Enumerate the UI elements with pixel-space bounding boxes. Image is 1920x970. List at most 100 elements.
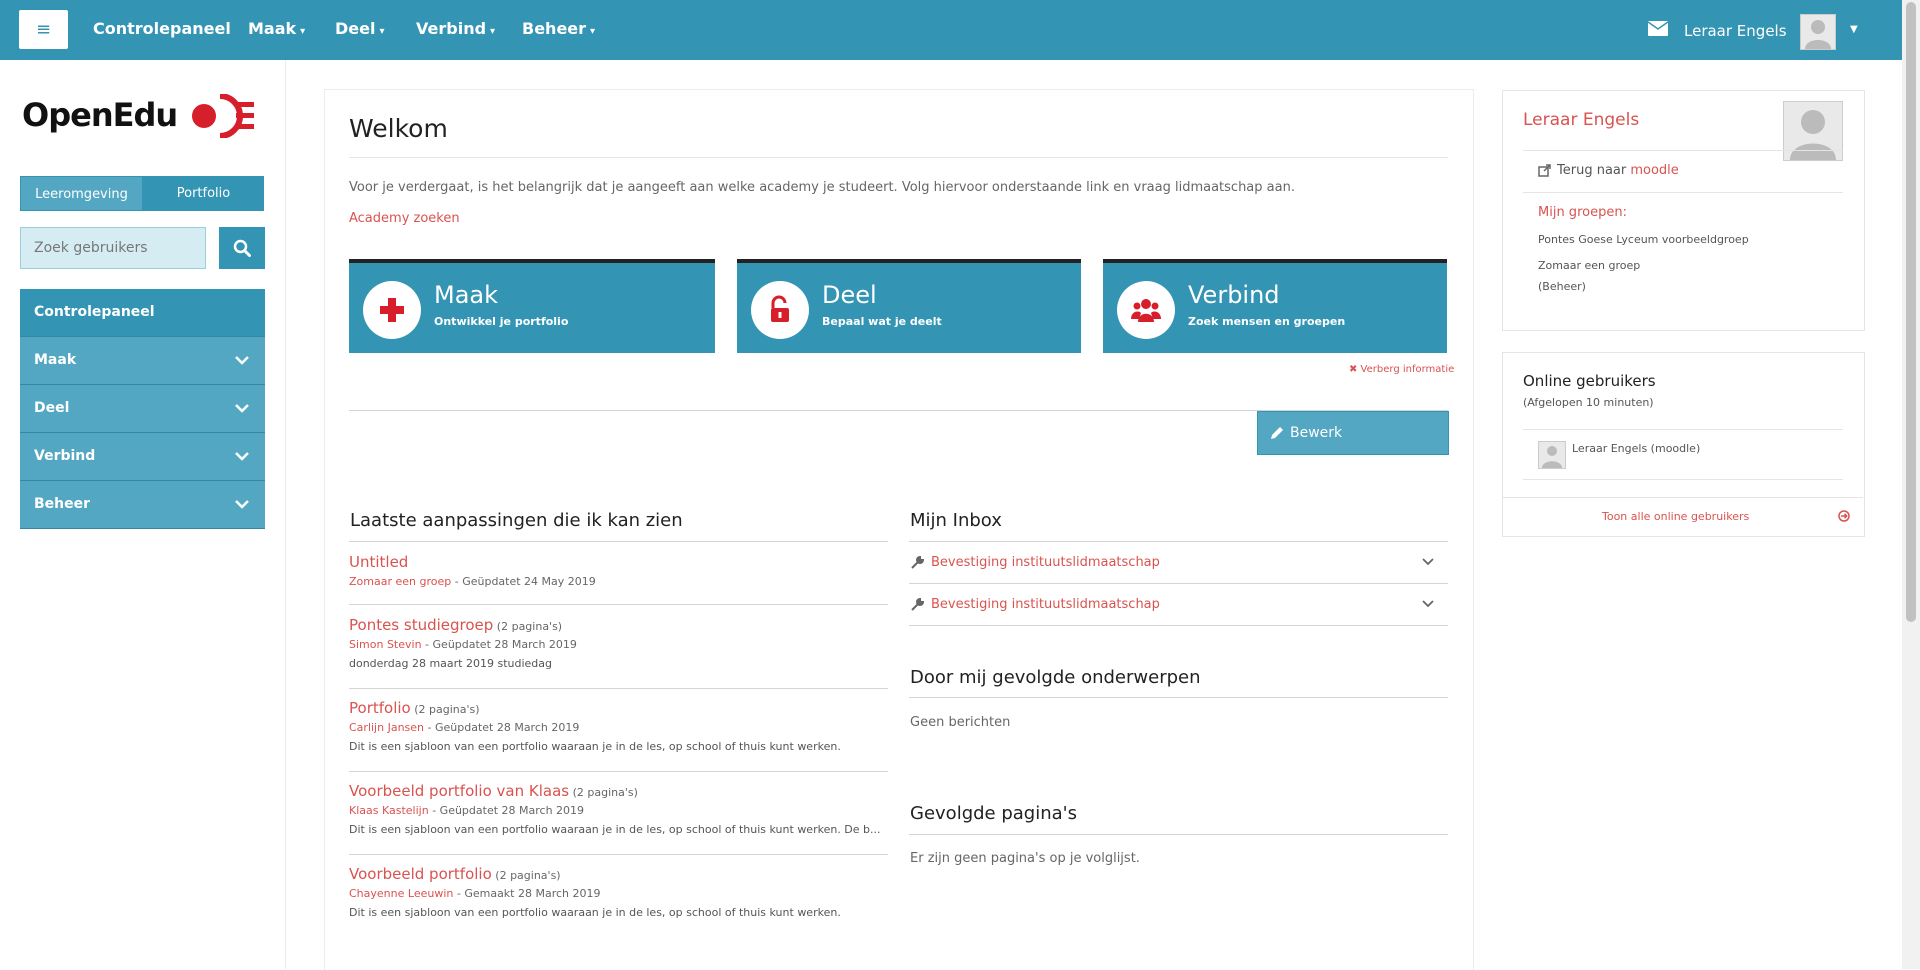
- chevron-down-icon: [235, 452, 249, 461]
- openedu-logo[interactable]: OpenEdu: [22, 92, 267, 142]
- inbox-item[interactable]: Bevestiging instituutslidmaatschap: [909, 542, 1448, 584]
- page-title: Welkom: [349, 114, 448, 143]
- online-users-title: Online gebruikers: [1523, 372, 1656, 390]
- divider: [1523, 479, 1843, 480]
- recent-item-title[interactable]: Voorbeeld portfolio van Klaas: [349, 782, 569, 800]
- my-groups-title: Mijn groepen:: [1538, 205, 1627, 220]
- hide-info-link[interactable]: ✖ Verberg informatie: [1349, 364, 1454, 375]
- tile-title: Maak: [434, 281, 499, 309]
- divider: [349, 854, 888, 855]
- nav-controlepaneel[interactable]: Controlepaneel: [93, 0, 231, 60]
- tile-title: Verbind: [1188, 281, 1280, 309]
- search-users-input[interactable]: Zoek gebruikers: [20, 227, 206, 269]
- sidebar-item-deel[interactable]: Deel: [20, 385, 265, 433]
- recent-item-author[interactable]: Carlijn Jansen: [349, 721, 424, 734]
- intro-text: Voor je verdergaat, is het belangrijk da…: [349, 180, 1295, 195]
- sidebar-item-beheer[interactable]: Beheer: [20, 481, 265, 529]
- scrollbar-thumb[interactable]: [1906, 2, 1916, 622]
- sidebar-menu: Controlepaneel Maak Deel Verbind Beheer: [20, 289, 265, 529]
- edit-dashboard-button[interactable]: Bewerk controlepaneel: [1257, 411, 1449, 483]
- recent-item-title[interactable]: Untitled: [349, 553, 408, 571]
- divider: [1523, 150, 1843, 151]
- logo-mark-icon: [192, 94, 254, 138]
- recent-item-author[interactable]: Zomaar een groep: [349, 575, 451, 588]
- recent-item-author[interactable]: Klaas Kastelijn: [349, 804, 429, 817]
- group-role: (Beheer): [1538, 280, 1586, 293]
- group-link[interactable]: Zomaar een groep: [1538, 259, 1640, 272]
- sidebar-tabs: Leeromgeving Portfolio: [20, 176, 264, 211]
- avatar[interactable]: [1800, 14, 1836, 50]
- moodle-link[interactable]: moodle: [1630, 163, 1678, 178]
- tile-deel[interactable]: Deel Bepaal wat je deelt: [737, 259, 1081, 353]
- followed-topics-title: Door mij gevolgde onderwerpen: [910, 667, 1201, 688]
- search-button[interactable]: [219, 227, 265, 269]
- tile-subtitle: Ontwikkel je portfolio: [434, 315, 569, 328]
- divider: [1502, 497, 1863, 498]
- divider: [349, 771, 888, 772]
- unlock-icon: [751, 281, 809, 339]
- inbox-title: Mijn Inbox: [910, 510, 1002, 531]
- list-item: Untitled Zomaar een groep - Geüpdatet 24…: [349, 553, 596, 588]
- online-user-name[interactable]: Leraar Engels (moodle): [1572, 442, 1700, 455]
- list-item: Pontes studiegroep (2 pagina's) Simon St…: [349, 616, 888, 670]
- top-navbar: ≡ Controlepaneel Maak ▾ Deel ▾ Verbind ▾ Be…: [0, 0, 1902, 60]
- scrollbar[interactable]: [1902, 0, 1920, 969]
- arrow-circle-right-icon[interactable]: [1838, 510, 1850, 522]
- wrench-icon: [911, 598, 924, 611]
- recent-item-description: Dit is een sjabloon van een portfolio wa…: [349, 823, 881, 836]
- chevron-down-icon: [235, 404, 249, 413]
- divider: [349, 604, 888, 605]
- tab-portfolio[interactable]: Portfolio: [143, 176, 264, 211]
- recent-item-author[interactable]: Chayenne Leeuwin: [349, 887, 453, 900]
- list-item: Voorbeeld portfolio van Klaas (2 pagina'…: [349, 782, 888, 836]
- recent-item-description: Dit is een sjabloon van een portfolio wa…: [349, 906, 841, 919]
- recent-item-description: donderdag 28 maart 2019 studiedag: [349, 657, 553, 670]
- plus-icon: [363, 281, 421, 339]
- chevron-down-icon: [235, 500, 249, 509]
- hamburger-icon[interactable]: ≡: [19, 10, 68, 49]
- profile-name-link[interactable]: Leraar Engels: [1523, 110, 1639, 130]
- avatar[interactable]: [1783, 101, 1843, 161]
- divider: [349, 157, 1448, 158]
- tile-verbind[interactable]: Verbind Zoek mensen en groepen: [1103, 259, 1447, 353]
- chevron-down-icon[interactable]: [1422, 600, 1434, 608]
- divider: [1523, 192, 1843, 193]
- avatar[interactable]: [1538, 441, 1566, 469]
- academy-search-link[interactable]: Academy zoeken: [349, 211, 460, 226]
- divider: [909, 834, 1448, 835]
- group-link[interactable]: Pontes Goese Lyceum voorbeeldgroep: [1538, 233, 1749, 246]
- top-username[interactable]: Leraar Engels: [1684, 0, 1787, 62]
- sidebar-divider: [285, 60, 286, 969]
- sidebar-item-verbind[interactable]: Verbind: [20, 433, 265, 481]
- sidebar-item-controlepaneel[interactable]: Controlepaneel: [20, 289, 265, 337]
- external-link-icon: [1538, 164, 1551, 177]
- tile-maak[interactable]: Maak Ontwikkel je portfolio: [349, 259, 715, 353]
- recent-item-title[interactable]: Portfolio: [349, 699, 411, 717]
- nav-verbind[interactable]: Verbind ▾: [416, 0, 495, 60]
- wrench-icon: [911, 556, 924, 569]
- chevron-down-icon[interactable]: [1422, 558, 1434, 566]
- recent-item-author[interactable]: Simon Stevin: [349, 638, 422, 651]
- recent-item-title[interactable]: Pontes studiegroep: [349, 616, 493, 634]
- caret-down-icon[interactable]: ▼: [1850, 24, 1858, 35]
- tab-leeromgeving[interactable]: Leeromgeving: [20, 176, 143, 211]
- recent-item-title[interactable]: Voorbeeld portfolio: [349, 865, 492, 883]
- divider: [1523, 429, 1843, 430]
- caret-down-icon: ▾: [590, 26, 596, 37]
- caret-down-icon: ▾: [490, 26, 496, 37]
- tile-subtitle: Zoek mensen en groepen: [1188, 315, 1346, 328]
- divider: [349, 541, 888, 542]
- nav-beheer[interactable]: Beheer ▾: [522, 0, 595, 60]
- nav-maak[interactable]: Maak ▾: [248, 0, 305, 60]
- followed-pages-title: Gevolgde pagina's: [910, 803, 1077, 824]
- sidebar-item-maak[interactable]: Maak: [20, 337, 265, 385]
- tile-title: Deel: [822, 281, 877, 309]
- inbox-item[interactable]: Bevestiging instituutslidmaatschap: [909, 584, 1448, 626]
- users-icon: [1117, 281, 1175, 339]
- nav-deel[interactable]: Deel ▾: [335, 0, 385, 60]
- tile-subtitle: Bepaal wat je deelt: [822, 315, 942, 328]
- envelope-icon[interactable]: [1648, 21, 1668, 36]
- chevron-down-icon: [235, 356, 249, 365]
- show-all-online-users-link[interactable]: Toon alle online gebruikers: [1602, 510, 1749, 523]
- recent-changes-title: Laatste aanpassingen die ik kan zien: [350, 510, 683, 531]
